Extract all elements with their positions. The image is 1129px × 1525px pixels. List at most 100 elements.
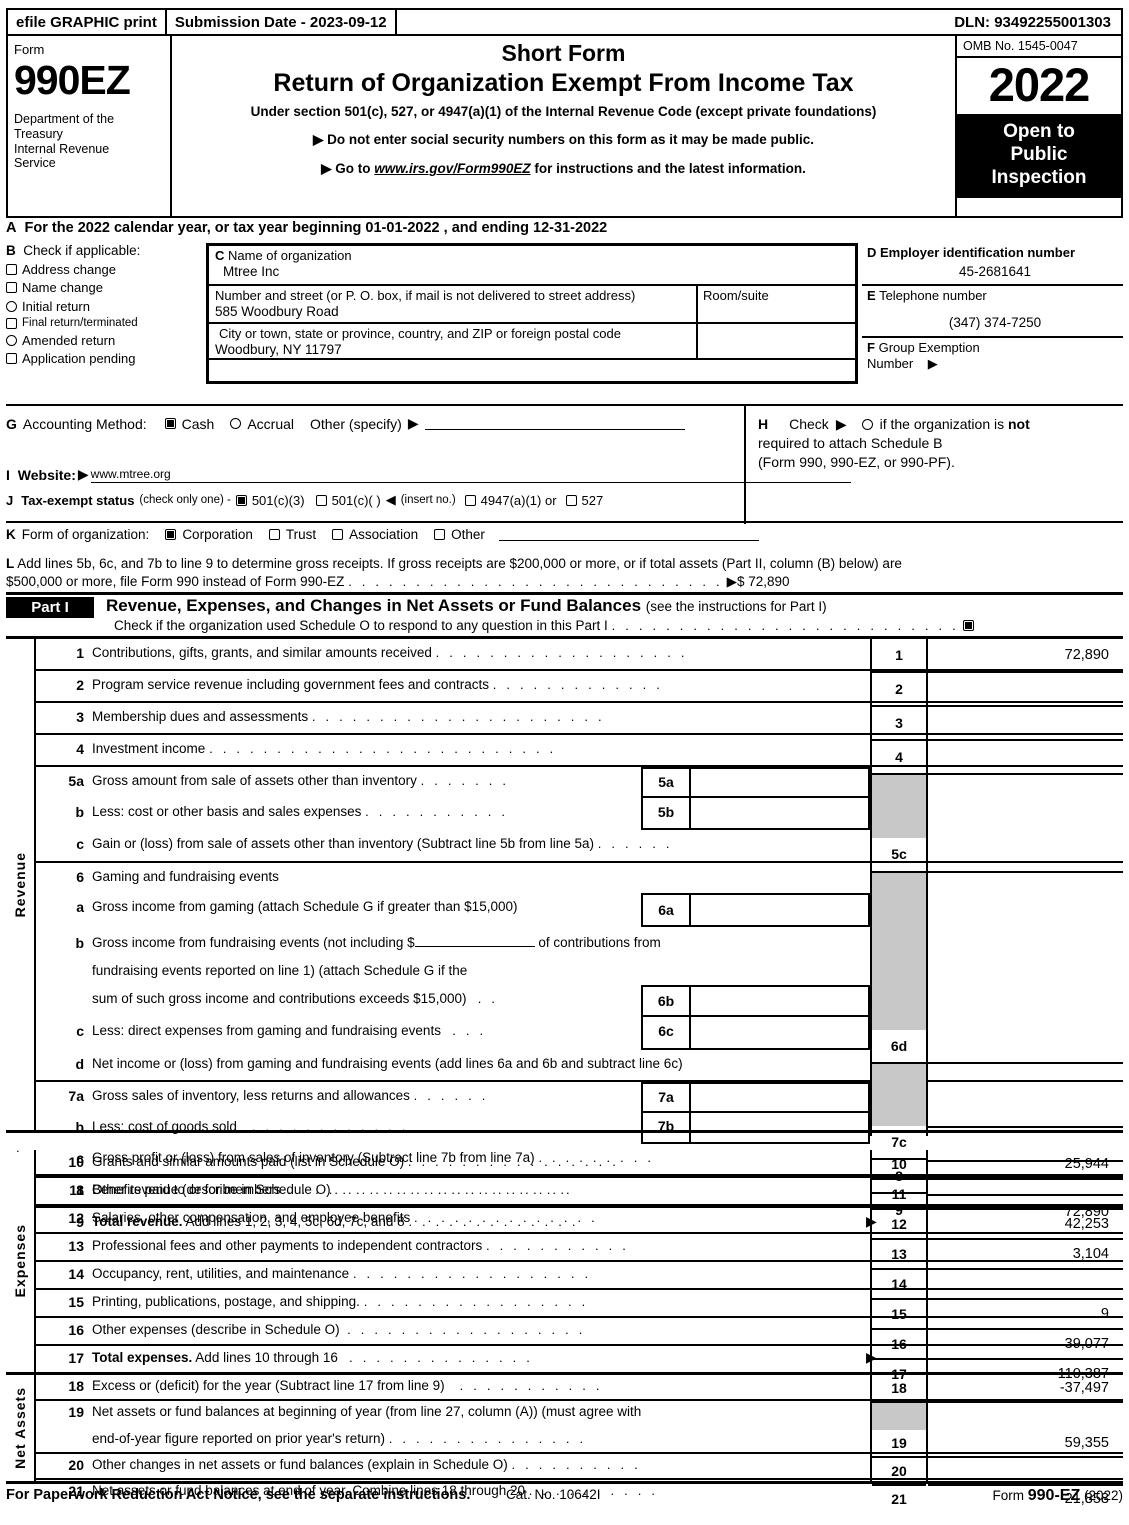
row-label: Benefits paid to or for members . . . . … bbox=[92, 1182, 568, 1197]
checkbox-initial-return[interactable]: Initial return bbox=[6, 299, 202, 314]
checkbox-accrual-icon[interactable] bbox=[230, 418, 242, 429]
row-label: Professional fees and other payments to … bbox=[92, 1238, 630, 1253]
row-label: Occupancy, rent, utilities, and maintena… bbox=[92, 1266, 592, 1281]
divider-rule-g bbox=[6, 404, 1123, 406]
line-a-letter: A bbox=[6, 220, 17, 236]
net-assets-line-number-column: 18 19 20 21 bbox=[870, 1375, 928, 1507]
shaded-cell bbox=[872, 1403, 926, 1430]
form-number: 990EZ bbox=[14, 57, 131, 103]
subbox-value[interactable] bbox=[691, 769, 868, 796]
option-4947a1-label: 4947(a)(1) or bbox=[480, 492, 557, 508]
checkbox-501c3-icon[interactable] bbox=[235, 494, 247, 506]
block-l-gross-receipts: L Add lines 5b, 6c, and 7b to line 9 to … bbox=[6, 555, 1123, 591]
row-number: 10 bbox=[68, 1154, 84, 1170]
fundraising-contrib-input[interactable] bbox=[414, 946, 535, 947]
goto-prefix: Go to bbox=[335, 161, 375, 177]
block-l-line1: Add lines 5b, 6c, and 7b to line 9 to de… bbox=[17, 556, 902, 571]
block-j-label: Tax-exempt status bbox=[21, 492, 135, 508]
checkbox-icon[interactable] bbox=[6, 317, 17, 329]
checkbox-4947a1-icon[interactable] bbox=[464, 494, 476, 506]
block-b-label: Check if applicable: bbox=[23, 243, 141, 258]
subbox-7a: 7a bbox=[641, 1082, 870, 1113]
subbox-5a: 5a bbox=[641, 767, 870, 798]
other-org-input[interactable] bbox=[498, 529, 759, 541]
row-label: fundraising events reported on line 1) (… bbox=[92, 963, 468, 978]
subbox-label: 7a bbox=[643, 1084, 691, 1111]
block-i-label: Website: bbox=[17, 467, 76, 483]
other-specify-label: Other (specify) bbox=[310, 415, 402, 432]
amount-value bbox=[928, 707, 1123, 741]
row-label: Salaries, other compensation, and employ… bbox=[92, 1210, 598, 1225]
room-suite-label: Room/suite bbox=[703, 288, 769, 303]
org-name-value: Mtree Inc bbox=[223, 264, 280, 279]
row-label: Total expenses. Add lines 10 through 16 … bbox=[92, 1350, 534, 1365]
org-city-row: City or town, state or province, country… bbox=[209, 324, 855, 360]
ein-segment: D Employer identification number 45-2681… bbox=[862, 243, 1123, 286]
website-value[interactable]: www.mtree.org bbox=[90, 467, 851, 483]
box-number: 12 bbox=[872, 1210, 926, 1240]
checkbox-schedule-o-icon[interactable] bbox=[962, 620, 974, 631]
checkbox-association-icon[interactable] bbox=[332, 529, 344, 540]
net-assets-section: Net Assets 18 Excess or (deficit) for th… bbox=[6, 1375, 1123, 1507]
subbox-value[interactable] bbox=[691, 1017, 868, 1048]
department-label: Department of the Treasury Internal Revenu… bbox=[14, 112, 115, 171]
row-label: Grants and similar amounts paid (list in… bbox=[92, 1154, 620, 1169]
amount-value: 25,944 bbox=[928, 1150, 1123, 1180]
subbox-label: 6c bbox=[643, 1017, 691, 1048]
checkbox-address-change[interactable]: Address change bbox=[6, 262, 202, 277]
box-number: 3 bbox=[872, 707, 926, 741]
amount-value bbox=[928, 1180, 1123, 1210]
checkbox-icon[interactable] bbox=[6, 334, 17, 346]
subbox-value[interactable] bbox=[691, 798, 868, 828]
option-trust-label: Trust bbox=[285, 527, 317, 542]
subbox-value[interactable] bbox=[691, 1113, 868, 1142]
checkbox-final-return-terminated[interactable]: Final return/terminated bbox=[6, 317, 202, 329]
checkbox-icon[interactable] bbox=[6, 282, 17, 293]
box-number: 6d bbox=[872, 1030, 926, 1064]
net-assets-vertical-label: Net Assets bbox=[12, 1387, 28, 1469]
tax-year: 2022 bbox=[988, 58, 1091, 111]
other-specify-input[interactable] bbox=[424, 418, 685, 430]
checkbox-trust-icon[interactable] bbox=[268, 529, 280, 540]
row-number: 6 bbox=[76, 869, 84, 885]
row-number: 4 bbox=[76, 741, 84, 757]
checkbox-icon[interactable] bbox=[6, 353, 17, 364]
amount-value: -37,497 bbox=[928, 1375, 1123, 1403]
subbox-value[interactable] bbox=[691, 987, 868, 1015]
row-number: 1 bbox=[76, 645, 84, 661]
expenses-line-number-column: 10 11 12 13 14 15 16 17 bbox=[870, 1150, 928, 1382]
irs-form990ez-link[interactable]: www.irs.gov/Form990EZ bbox=[374, 161, 530, 176]
triangle-right-icon: ▶ bbox=[407, 415, 419, 431]
checkbox-application-pending[interactable]: Application pending bbox=[6, 351, 202, 366]
subbox-value[interactable] bbox=[691, 1084, 868, 1111]
expenses-vertical-label: Expenses bbox=[12, 1224, 28, 1298]
efile-graphic-print-label: efile GRAPHIC print bbox=[8, 10, 167, 34]
row-label: Net assets or fund balances at beginning… bbox=[92, 1404, 642, 1419]
option-527-label: 527 bbox=[581, 492, 604, 508]
row-number: 17 bbox=[68, 1350, 84, 1366]
checkbox-icon[interactable] bbox=[6, 300, 17, 312]
row-number: 20 bbox=[68, 1457, 84, 1473]
box-number: 10 bbox=[872, 1150, 926, 1180]
street-label: Number and street (or P. O. box, if mail… bbox=[215, 288, 636, 303]
org-name-row: C Name of organization Mtree Inc bbox=[209, 246, 855, 286]
gross-receipts-amount: $ 72,890 bbox=[737, 574, 790, 590]
insert-no-label: (insert no.) bbox=[400, 494, 456, 506]
checkbox-icon[interactable] bbox=[6, 263, 17, 275]
subbox-value[interactable] bbox=[691, 895, 868, 925]
form-label: Form bbox=[14, 42, 45, 57]
checkbox-527-icon[interactable] bbox=[565, 494, 577, 506]
part-i-banner: Part I Revenue, Expenses, and Changes in… bbox=[6, 592, 1123, 636]
telephone-segment: E Telephone number (347) 374-7250 bbox=[862, 286, 1123, 338]
city-value: Woodbury, NY 11797 bbox=[215, 342, 342, 357]
row-label: Excess or (deficit) for the year (Subtra… bbox=[92, 1378, 603, 1393]
checkbox-other-icon[interactable] bbox=[434, 529, 446, 540]
checkbox-amended-return[interactable]: Amended return bbox=[6, 333, 202, 348]
checkbox-501c-icon[interactable] bbox=[315, 494, 327, 506]
checkbox-name-change[interactable]: Name change bbox=[6, 280, 202, 295]
checkbox-cash-icon[interactable] bbox=[164, 418, 176, 429]
telephone-label: E Telephone number bbox=[867, 288, 987, 303]
block-h-text2: required to attach Schedule B bbox=[758, 434, 943, 451]
checkbox-schedule-b-icon[interactable] bbox=[861, 418, 873, 430]
checkbox-corporation-icon[interactable] bbox=[165, 529, 177, 540]
